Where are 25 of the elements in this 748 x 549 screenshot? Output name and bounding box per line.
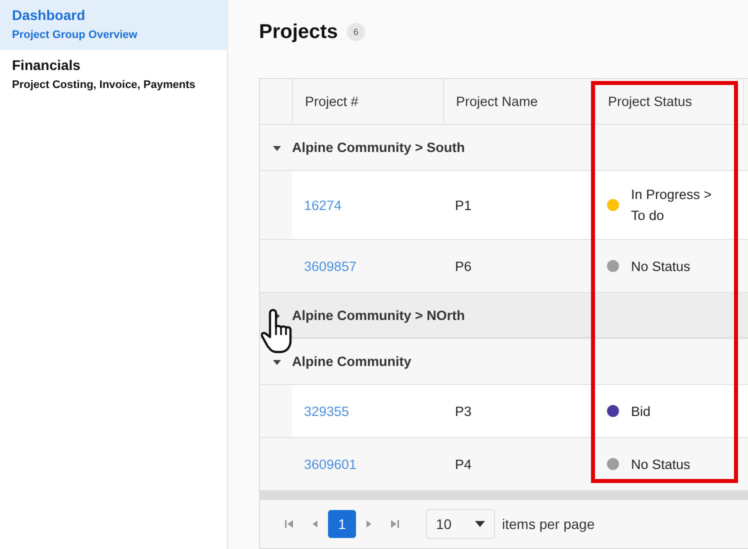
- page-button[interactable]: 1: [328, 510, 356, 538]
- group-label: Alpine Community > NOrth: [292, 308, 465, 323]
- sidebar-item[interactable]: Financials Project Costing, Invoice, Payments: [0, 50, 227, 100]
- count-badge: 6: [346, 23, 365, 41]
- project-name-cell-text: P4: [454, 456, 473, 474]
- column-header[interactable]: Project #: [292, 79, 443, 124]
- status-text: No Status: [631, 258, 690, 276]
- status-text: No Status: [631, 456, 690, 474]
- caret-icon: [475, 520, 485, 528]
- project-number-link[interactable]: 3609857: [292, 240, 443, 292]
- sidebar-item[interactable]: Dashboard Project Group Overview: [0, 0, 227, 50]
- group-label: Alpine Community: [292, 354, 412, 369]
- project-number-link[interactable]: 16274: [292, 171, 443, 239]
- column-header[interactable]: Project Status: [595, 79, 743, 124]
- project-name-cell-text: P6: [454, 258, 473, 276]
- status-text: In Progress > To do: [631, 186, 713, 225]
- project-number-link[interactable]: 3609601: [292, 438, 443, 490]
- project-number-link[interactable]: 329355: [292, 385, 443, 437]
- group-label: Alpine Community > South: [292, 140, 465, 155]
- column-header[interactable]: Project Name: [443, 79, 595, 124]
- status-text: Bid: [631, 402, 651, 420]
- page-title: Projects: [259, 20, 338, 44]
- page-size-dropdown[interactable]: 10: [426, 509, 495, 539]
- page-size-label: items per page: [502, 516, 595, 532]
- horizontal-scrollbar[interactable]: [260, 491, 748, 500]
